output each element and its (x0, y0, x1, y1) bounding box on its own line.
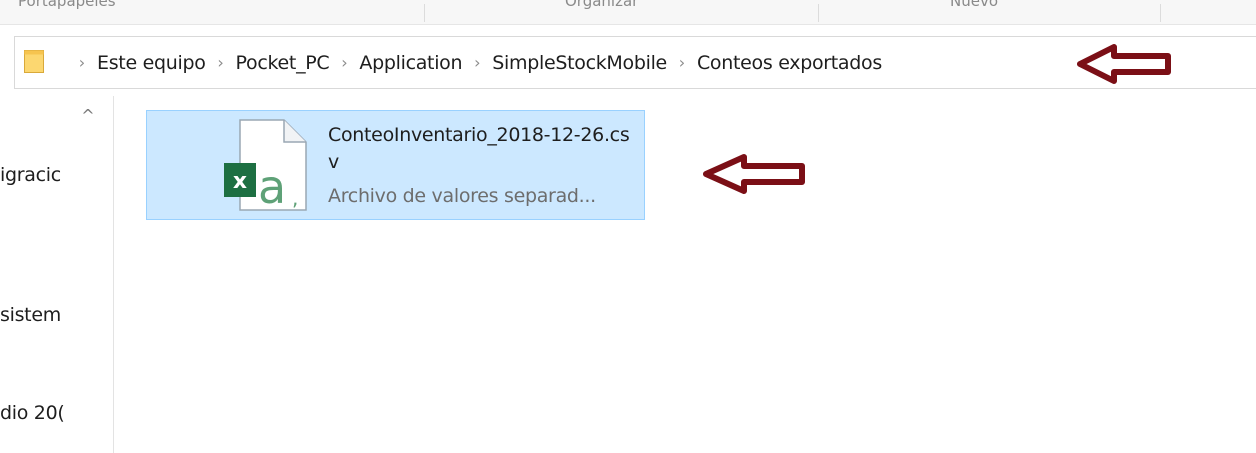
ribbon-group-new: Nuevo (950, 0, 999, 10)
svg-text:,: , (292, 186, 298, 210)
nav-item[interactable]: dio 20( (0, 402, 65, 424)
chevron-right-icon[interactable]: › (206, 53, 236, 72)
breadcrumb-conteos-exportados[interactable]: Conteos exportados (697, 52, 882, 74)
ribbon-strip: Portapapeles Organizar Nuevo (0, 0, 1256, 25)
breadcrumb-application[interactable]: Application (359, 52, 462, 74)
ribbon-separator (424, 4, 425, 22)
nav-item[interactable]: igracic (0, 164, 61, 186)
scroll-up-icon[interactable]: ^ (76, 106, 100, 126)
breadcrumb-pocket-pc[interactable]: Pocket_PC (236, 52, 330, 74)
arrow-left-icon (1077, 44, 1171, 84)
folder-icon (24, 50, 44, 73)
chevron-right-icon[interactable]: › (667, 53, 697, 72)
address-bar[interactable]: › Este equipo › Pocket_PC › Application … (14, 36, 1256, 89)
ribbon-group-organize: Organizar (565, 0, 639, 10)
file-item-selected[interactable]: x a , ConteoInventario_2018-12-26.csv Ar… (146, 110, 645, 220)
ribbon-group-clipboard: Portapapeles (18, 0, 116, 10)
svg-text:a: a (258, 160, 286, 211)
breadcrumb-simplestockmobile[interactable]: SimpleStockMobile (492, 52, 667, 74)
chevron-right-icon[interactable]: › (67, 53, 97, 72)
file-type: Archivo de valores separad... (328, 185, 596, 207)
arrow-left-icon (703, 154, 805, 194)
chevron-right-icon[interactable]: › (462, 53, 492, 72)
breadcrumb-este-equipo[interactable]: Este equipo (97, 52, 206, 74)
breadcrumb: › Este equipo › Pocket_PC › Application … (67, 37, 882, 88)
chevron-right-icon[interactable]: › (329, 53, 359, 72)
nav-item[interactable]: sistem (0, 304, 61, 326)
ribbon-separator (818, 4, 819, 22)
ribbon-separator (1160, 4, 1161, 22)
file-name: ConteoInventario_2018-12-26.csv (328, 124, 630, 173)
svg-text:x: x (233, 169, 247, 194)
csv-file-icon: x a , (224, 119, 307, 211)
navigation-pane: ^ igracic sistem dio 20( (0, 96, 114, 453)
